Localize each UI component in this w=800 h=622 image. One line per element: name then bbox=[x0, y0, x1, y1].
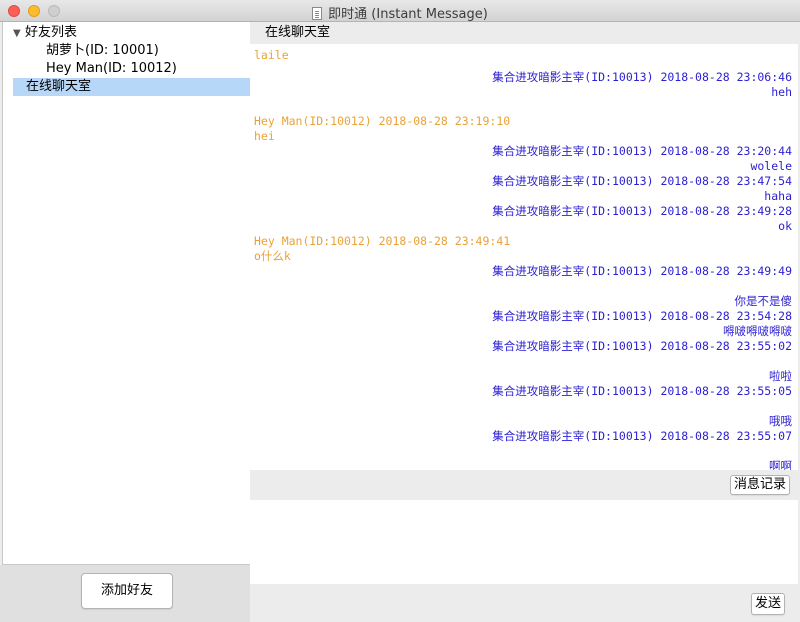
friends-tree: ▼ 好友列表 胡萝卜(ID: 10001) Hey Man(ID: 10012) … bbox=[2, 22, 251, 565]
tree-root-label: 好友列表 bbox=[25, 25, 78, 40]
chat-panel: 在线聊天室 laile 集合进攻暗影主宰(ID:10013) 2018-08-28… bbox=[250, 22, 800, 622]
message-line-self: 你是不是傻 bbox=[734, 294, 793, 308]
friends-panel: ▼ 好友列表 胡萝卜(ID: 10001) Hey Man(ID: 10012) … bbox=[0, 22, 251, 622]
friend-item-carrot[interactable]: 胡萝卜(ID: 10001) bbox=[46, 42, 159, 60]
message-line-self: 集合进攻暗影主宰(ID:10013) 2018-08-28 23:54:28 bbox=[492, 309, 792, 323]
message-line-self: heh bbox=[771, 85, 792, 99]
message-line-self: 集合进攻暗影主宰(ID:10013) 2018-08-28 23:55:05 bbox=[492, 384, 792, 398]
friend-item-heyman[interactable]: Hey Man(ID: 10012) bbox=[46, 60, 177, 78]
title-bar: 即时通 (Instant Message) bbox=[0, 0, 800, 22]
chatroom-item-selected[interactable]: 在线聊天室 bbox=[13, 78, 251, 96]
message-line-peer: hei bbox=[254, 129, 275, 143]
message-history-button[interactable]: 消息记录 bbox=[730, 475, 790, 495]
chatroom-title: 在线聊天室 bbox=[265, 25, 331, 40]
message-line-self: 嘚啵嘚啵嘚啵 bbox=[723, 324, 792, 338]
chat-toolbar: 消息记录 bbox=[250, 470, 798, 500]
message-line-peer: Hey Man(ID:10012) 2018-08-28 23:49:41 bbox=[254, 234, 511, 248]
send-button[interactable]: 发送 bbox=[751, 593, 785, 615]
message-line-self: wolele bbox=[750, 159, 792, 173]
message-line-self: 集合进攻暗影主宰(ID:10013) 2018-08-28 23:20:44 bbox=[492, 144, 792, 158]
message-line-self: 集合进攻暗影主宰(ID:10013) 2018-08-28 23:49:49 bbox=[492, 264, 792, 278]
message-line-self: 集合进攻暗影主宰(ID:10013) 2018-08-28 23:55:02 bbox=[492, 339, 792, 353]
message-line-peer: o什么k bbox=[254, 249, 291, 263]
message-list[interactable]: laile 集合进攻暗影主宰(ID:10013) 2018-08-28 23:06… bbox=[250, 44, 798, 473]
message-line-peer: laile bbox=[254, 48, 289, 62]
message-line-self: 集合进攻暗影主宰(ID:10013) 2018-08-28 23:55:07 bbox=[492, 429, 792, 443]
message-line-self: 集合进攻暗影主宰(ID:10013) 2018-08-28 23:06:46 bbox=[492, 70, 792, 84]
window-title-group: 即时通 (Instant Message) bbox=[0, 3, 800, 22]
message-line-self: 集合进攻暗影主宰(ID:10013) 2018-08-28 23:47:54 bbox=[492, 174, 792, 188]
send-bar: 发送 bbox=[250, 584, 800, 622]
im-window: 即时通 (Instant Message) ▼ 好友列表 胡萝卜(ID: 1000… bbox=[0, 0, 800, 622]
message-line-self: haha bbox=[764, 189, 792, 203]
disclosure-triangle-icon[interactable]: ▼ bbox=[13, 25, 25, 43]
message-line-self: 哦哦 bbox=[769, 414, 792, 428]
left-bottom-bar: 添加好友 bbox=[0, 565, 250, 622]
tree-root-friends[interactable]: ▼ 好友列表 bbox=[13, 24, 77, 42]
message-line-self: 啦啦 bbox=[769, 369, 792, 383]
document-icon bbox=[312, 7, 323, 20]
window-title: 即时通 (Instant Message) bbox=[328, 7, 488, 22]
message-line-peer: Hey Man(ID:10012) 2018-08-28 23:19:10 bbox=[254, 114, 511, 128]
message-line-self: 集合进攻暗影主宰(ID:10013) 2018-08-28 23:49:28 bbox=[492, 204, 792, 218]
message-line-self: ok bbox=[778, 219, 792, 233]
message-input[interactable] bbox=[250, 500, 798, 584]
add-friend-button[interactable]: 添加好友 bbox=[81, 573, 173, 609]
